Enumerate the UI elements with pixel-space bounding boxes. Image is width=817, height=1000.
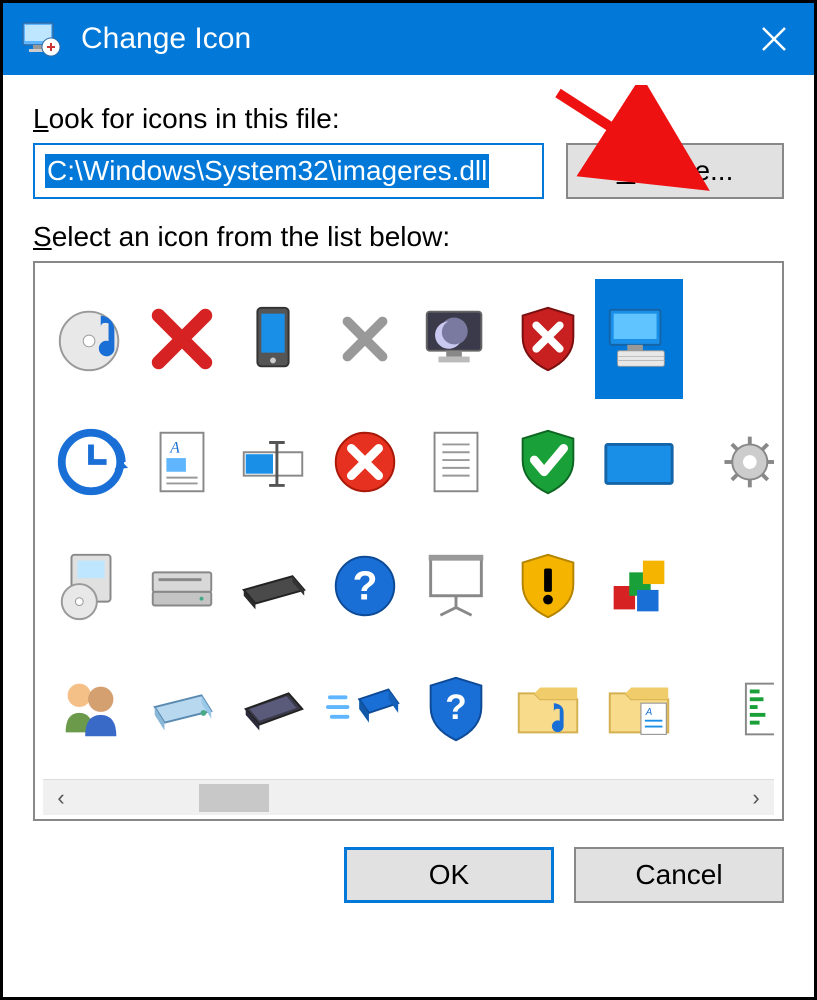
phone-device-icon[interactable]: [230, 279, 317, 399]
svg-text:?: ?: [445, 688, 466, 727]
scroll-right-button[interactable]: ›: [738, 780, 774, 816]
cutoff-3[interactable]: [687, 526, 774, 646]
projector-screen-icon[interactable]: [413, 526, 500, 646]
hard-drive-icon[interactable]: [138, 650, 225, 770]
green-bars-cutoff-icon[interactable]: [687, 650, 774, 770]
document-a-icon[interactable]: A: [138, 403, 225, 523]
shield-check-icon[interactable]: [504, 403, 591, 523]
scrollbar-track[interactable]: [79, 780, 738, 815]
svg-text:?: ?: [352, 562, 377, 608]
help-circle-icon[interactable]: ?: [321, 526, 408, 646]
gray-x-icon[interactable]: [321, 279, 408, 399]
titlebar: Change Icon: [3, 3, 814, 75]
cancel-button[interactable]: Cancel: [574, 847, 784, 903]
music-disc-icon[interactable]: [47, 279, 134, 399]
chip-fast-icon[interactable]: [321, 650, 408, 770]
select-icon-label: Select an icon from the list below:: [33, 221, 784, 253]
disc-box-icon[interactable]: [47, 526, 134, 646]
dialog-content: Look for icons in this file: C:\Windows\…: [3, 75, 814, 997]
shield-help-icon[interactable]: ?: [413, 650, 500, 770]
scrollbar-thumb[interactable]: [199, 784, 269, 812]
folder-document-icon[interactable]: A: [595, 650, 682, 770]
red-x-icon[interactable]: [138, 279, 225, 399]
scanner-icon[interactable]: [230, 526, 317, 646]
document-lines-icon[interactable]: [413, 403, 500, 523]
monitor-moon-icon[interactable]: [413, 279, 500, 399]
close-button[interactable]: [744, 9, 804, 69]
icon-grid: A?? A: [43, 275, 774, 779]
svg-text:A: A: [645, 707, 653, 718]
look-for-label: Look for icons in this file:: [33, 103, 784, 135]
tablet-dark-icon[interactable]: [230, 650, 317, 770]
file-path-input[interactable]: C:\Windows\System32\imageres.dll: [33, 143, 544, 199]
circle-x-red-icon[interactable]: [321, 403, 408, 523]
rename-box-icon[interactable]: [230, 403, 317, 523]
ok-button[interactable]: OK: [344, 847, 554, 903]
app-icon: [19, 17, 63, 61]
icon-list: A?? A ‹ ›: [33, 261, 784, 821]
clock-arrow-icon[interactable]: [47, 403, 134, 523]
horizontal-scrollbar[interactable]: ‹ ›: [43, 779, 774, 815]
color-blocks-icon[interactable]: [595, 526, 682, 646]
cutoff-1[interactable]: [687, 279, 774, 399]
change-icon-dialog: Change Icon Look for icons in this file:…: [0, 0, 817, 1000]
gear-cutoff-icon[interactable]: [687, 403, 774, 523]
browse-button[interactable]: Browse...: [566, 143, 784, 199]
people-icon[interactable]: [47, 650, 134, 770]
widescreen-icon[interactable]: [595, 403, 682, 523]
drive-bay-icon[interactable]: [138, 526, 225, 646]
window-title: Change Icon: [81, 22, 744, 56]
scroll-left-button[interactable]: ‹: [43, 780, 79, 816]
path-row: C:\Windows\System32\imageres.dll Browse.…: [33, 143, 784, 199]
shield-warning-icon[interactable]: [504, 526, 591, 646]
svg-text:A: A: [169, 440, 180, 457]
folder-music-icon[interactable]: [504, 650, 591, 770]
dialog-button-row: OK Cancel: [33, 839, 784, 903]
shield-x-icon[interactable]: [504, 279, 591, 399]
computer-icon[interactable]: [595, 279, 682, 399]
